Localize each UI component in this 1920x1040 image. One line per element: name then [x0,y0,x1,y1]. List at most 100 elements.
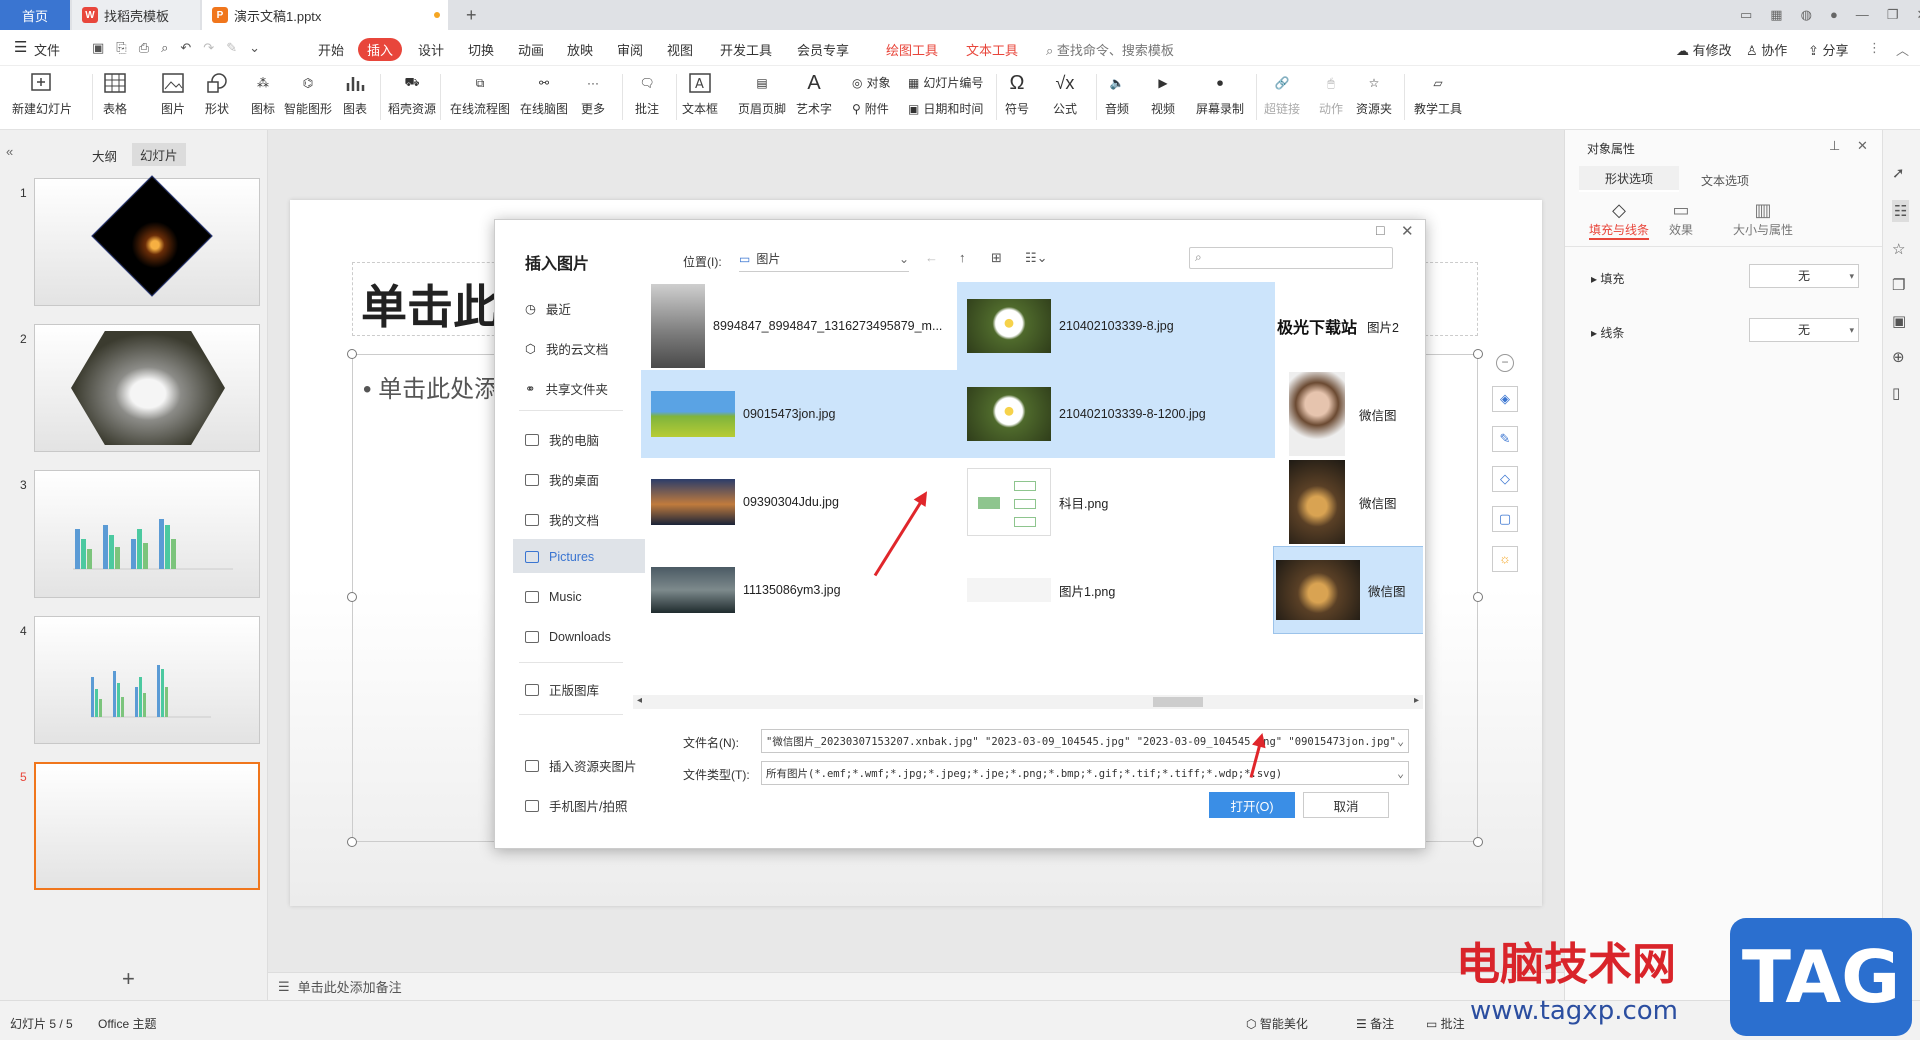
back-icon[interactable]: ← [925,250,938,265]
comment-button[interactable]: 🗨 批注 [634,70,660,117]
file-item[interactable]: 210402103339-8-1200.jpg [957,370,1275,458]
file-item[interactable]: 11135086ym3.jpg [641,546,959,634]
slide-thumbnail-3[interactable] [34,470,260,598]
restore-icon[interactable]: ❐ [1887,7,1899,23]
collaborate-button[interactable]: ♙ 协作 [1746,40,1787,59]
shape-button[interactable]: 形状 [204,70,230,117]
smart-beautify-button[interactable]: ⬡ 智能美化 [1246,1015,1308,1032]
tab-document[interactable]: P 演示文稿1.pptx [202,0,448,30]
nav-music[interactable]: Music [525,590,582,604]
mindmap-button[interactable]: ⚯ 在线脑图 [520,70,568,117]
action-button[interactable]: 🖱 动作 [1318,70,1344,117]
copy-icon[interactable]: ❐ [1892,276,1909,294]
image-icon[interactable]: ▣ [1892,312,1909,330]
collapse-ribbon-icon[interactable]: ︿ [1896,40,1909,59]
dialog-search-input[interactable]: ⌕ [1189,247,1393,269]
nav-resource-folder-images[interactable]: 插入资源夹图片 [525,756,637,775]
scroll-left-icon[interactable]: ◂ [637,695,642,706]
nav-shared-folder[interactable]: ⚭ 共享文件夹 [525,379,608,398]
video-button[interactable]: ▶ 视频 [1150,70,1176,117]
zoom-out-icon[interactable]: − [1496,354,1514,372]
close-icon[interactable]: ✕ [1916,7,1920,23]
search-command[interactable]: ⌕ 查找命令、搜索模板 [1046,40,1174,59]
resize-handle[interactable] [1473,837,1483,847]
preview-icon[interactable]: ⌕ [161,40,168,56]
docer-resource-button[interactable]: ⛟ 稻壳资源 [388,70,436,117]
more-button[interactable]: ··· 更多 [580,70,606,117]
table-button[interactable]: 表格 [102,70,128,117]
file-item[interactable]: 210402103339-8.jpg [957,282,1275,370]
close-panel-icon[interactable]: ✕ [1857,138,1868,154]
file-item[interactable]: 微信图 [1273,458,1423,546]
resize-handle[interactable] [347,592,357,602]
resize-handle[interactable] [347,349,357,359]
comment-toggle-button[interactable]: ▭ 批注 [1426,1015,1465,1032]
slide-thumbnail-2[interactable] [34,324,260,452]
book-icon[interactable]: ▯ [1892,384,1909,402]
notes-bar[interactable]: ☰ 单击此处添加备注 [268,972,1564,1000]
nav-documents[interactable]: 我的文档 [525,510,599,529]
subtab-fill-line[interactable]: ◇ 填充与线条 [1589,200,1650,240]
date-time-button[interactable]: ▣ 日期和时间 [908,100,983,117]
up-icon[interactable]: ↑ [959,250,966,265]
file-item[interactable]: 图片1.png [957,546,1275,634]
picture-button[interactable]: 图片 [160,70,186,117]
nav-desktop[interactable]: 我的桌面 [525,470,599,489]
fill-select[interactable]: 无 ▾ [1749,264,1859,288]
resize-handle[interactable] [1473,349,1483,359]
line-section[interactable]: ▸ 线条 [1591,324,1624,341]
rocket-icon[interactable]: ➚ [1892,164,1909,182]
line-select[interactable]: 无 ▾ [1749,318,1859,342]
resize-handle[interactable] [347,837,357,847]
nav-phone-images[interactable]: 手机图片/拍照 [525,796,627,815]
object-button[interactable]: ◎ 对象 [852,74,891,91]
fill-bucket-icon[interactable]: ◇ [1492,466,1518,492]
resource-folder-button[interactable]: ☆ 资源夹 [1356,70,1392,117]
fill-section[interactable]: ▸ 填充 [1591,270,1624,287]
smart-art-button[interactable]: ⌬ 智能图形 [284,70,332,117]
flowchart-button[interactable]: ⧉ 在线流程图 [450,70,510,117]
wordart-button[interactable]: A 艺术字 [796,70,832,117]
symbol-button[interactable]: Ω 符号 [1004,70,1030,117]
new-slide-button[interactable]: 新建幻灯片 [12,70,72,117]
menu-view[interactable]: 视图 [667,40,693,59]
tab-shape-options[interactable]: 形状选项 [1579,166,1679,192]
print-icon[interactable]: ⎙ [139,40,149,56]
has-changes-button[interactable]: ☁ 有修改 [1676,40,1732,59]
slide-thumbnail-5[interactable] [34,762,260,890]
bulb-icon[interactable]: ☼ [1492,546,1518,572]
star-icon[interactable]: ☆ [1892,240,1909,258]
skin-icon[interactable]: ◍ [1801,7,1812,23]
menu-member[interactable]: 会员专享 [797,40,849,59]
layers-icon[interactable]: ◈ [1492,386,1518,412]
location-select[interactable]: ▭ 图片 ⌄ [739,246,909,272]
chart-button[interactable]: 图表 [342,70,368,117]
subtab-effect[interactable]: ▭ 效果 [1669,200,1693,238]
cancel-button[interactable]: 取消 [1303,792,1389,818]
open-button[interactable]: 打开(O) [1209,792,1295,818]
grid-icon[interactable]: ▦ [1770,7,1782,23]
resize-handle[interactable] [1473,592,1483,602]
avatar[interactable]: ● [1830,7,1838,23]
menu-developer[interactable]: 开发工具 [720,40,772,59]
file-item[interactable]: 极光下载站 图片2 [1273,282,1423,370]
more-menu-icon[interactable]: ⋮ [1868,40,1881,56]
more-icon[interactable]: ⌄ [249,40,260,56]
layout-icon[interactable]: ▭ [1740,7,1752,23]
menu-insert[interactable]: 插入 [358,38,403,61]
file-item[interactable]: 微信图 [1273,370,1423,458]
formula-button[interactable]: √x 公式 [1052,70,1078,117]
filename-input[interactable]: "微信图片_20230307153207.xnbak.jpg" "2023-03… [761,729,1409,753]
tab-slides[interactable]: 幻灯片 [132,143,186,166]
slide-thumbnail-1[interactable] [34,175,260,306]
hyperlink-button[interactable]: 🔗 超链接 [1264,70,1300,117]
audio-button[interactable]: 🔈 音频 [1104,70,1130,117]
header-footer-button[interactable]: ▤ 页眉页脚 [738,70,786,117]
add-slide-button[interactable]: + [122,966,135,992]
slide-thumbnail-4[interactable] [34,616,260,744]
undo-icon[interactable]: ↶ [180,40,191,56]
menu-drawing-tools[interactable]: 绘图工具 [886,40,938,59]
nav-recent[interactable]: ◷ 最近 [525,299,571,318]
scrollbar-thumb[interactable] [1153,697,1203,707]
export-pdf-icon[interactable]: ⎘ [116,40,126,56]
